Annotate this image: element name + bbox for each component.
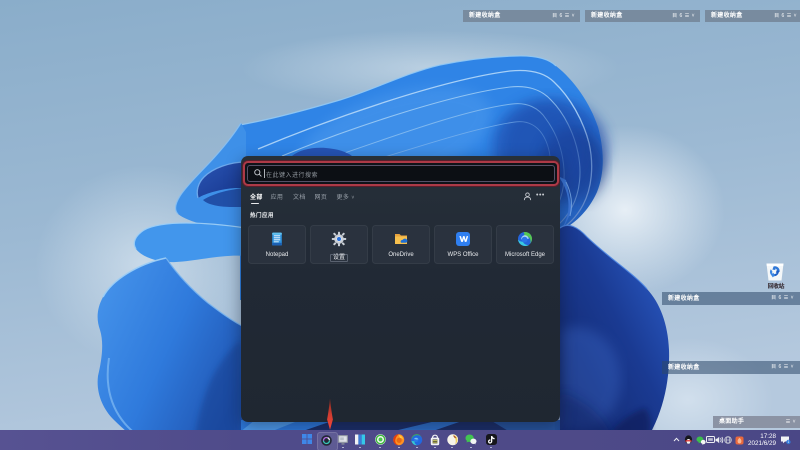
svg-text:1: 1 — [788, 440, 790, 444]
